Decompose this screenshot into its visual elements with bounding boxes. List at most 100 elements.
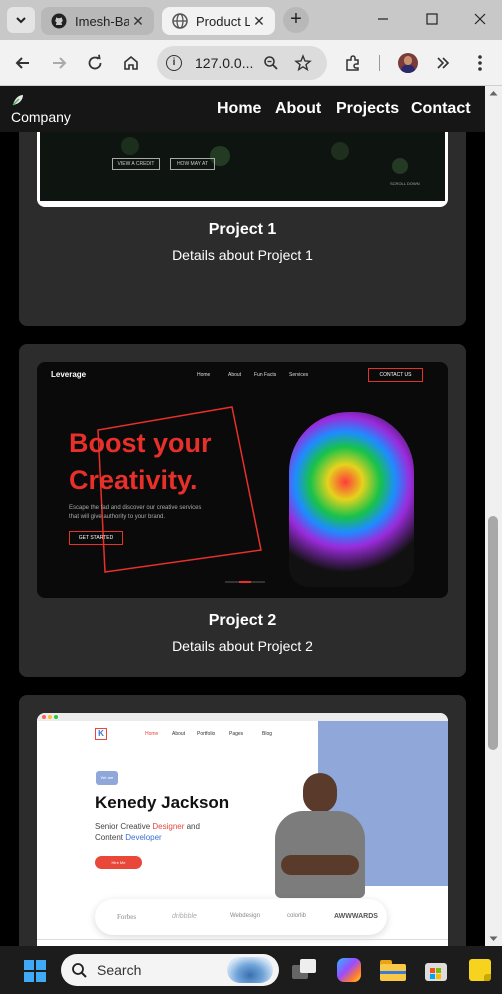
search-icon (72, 963, 87, 978)
store-tile (436, 968, 441, 973)
preview-menu-about: About (228, 372, 242, 378)
close-icon (474, 13, 486, 25)
person-arms (281, 855, 359, 875)
store-tile (430, 974, 435, 979)
forward-button[interactable] (47, 51, 71, 75)
site-navbar: Company Home About Projects Contact (0, 86, 485, 132)
window-dot (42, 715, 46, 719)
windows-logo-icon (24, 960, 46, 982)
tab-strip: Imesh-Ba ✕ Product L ✕ + (0, 0, 502, 40)
preview-brand-logo: Webdesign (230, 913, 260, 919)
reload-button[interactable] (83, 51, 107, 75)
puzzle-icon (346, 55, 359, 71)
preview-headline: Creativity. (69, 465, 198, 495)
page-viewport: VIEW A CREDIT HOW MAY AT SCROLL DOWN Pro… (0, 86, 485, 946)
more-tools-button[interactable] (431, 51, 455, 75)
project-details: Details about Project 2 (172, 638, 313, 654)
taskbar-search-box[interactable]: Search (61, 954, 279, 986)
window-dot (48, 715, 52, 719)
preview-logo: K (95, 728, 107, 740)
project-title: Project 1 (208, 221, 277, 238)
project-title: Project 2 (208, 612, 277, 629)
extensions-button[interactable] (341, 51, 365, 75)
preview-brand-logo: Forbes (117, 913, 137, 921)
role-text: Senior Creative (95, 822, 153, 831)
new-tab-button[interactable]: + (283, 7, 309, 33)
close-icon[interactable]: ✕ (251, 13, 267, 29)
github-icon (51, 13, 67, 29)
address-bar[interactable]: i 127.0.0... (157, 46, 327, 80)
start-button[interactable] (23, 959, 47, 983)
menu-button[interactable] (468, 51, 492, 75)
home-button[interactable] (119, 51, 143, 75)
profile-avatar[interactable] (398, 53, 418, 73)
preview-menu-portfolio: Portfolio (197, 731, 216, 737)
task-view-front (300, 959, 316, 973)
project-card: Leverage Home About Fun Facts Services C… (19, 344, 466, 677)
arrow-left-icon (15, 57, 29, 69)
preview-person (275, 773, 365, 898)
maximize-button[interactable] (425, 12, 439, 26)
task-view-icon[interactable] (292, 959, 316, 981)
preview-menu-funfacts: Fun Facts (254, 372, 277, 378)
store-tile (430, 968, 435, 973)
preview-menu-about: About (172, 731, 186, 737)
file-explorer-icon[interactable] (380, 960, 406, 981)
preview-subtext: Escape the fad and discover our creative… (69, 505, 202, 511)
preview-cta: CONTACT US (368, 368, 423, 382)
search-highlight-image (227, 957, 273, 983)
site-logo-text[interactable]: Company (11, 109, 71, 125)
scroll-up-icon[interactable] (489, 90, 498, 96)
tab-search-button[interactable] (7, 7, 35, 33)
role-highlight: Designer (152, 822, 185, 831)
nav-link-contact[interactable]: Contact (411, 100, 471, 118)
logo-broken-image-icon (12, 93, 24, 106)
close-window-button[interactable] (473, 12, 487, 26)
tab-title: Product L (196, 13, 250, 29)
project-card: K Home About Portfolio Pages Blog We are… (19, 695, 466, 946)
preview-hire-button: Hire Me (95, 856, 142, 869)
chevron-down-icon (16, 17, 26, 24)
site-info-icon[interactable]: i (166, 55, 182, 71)
address-text[interactable]: 127.0.0... (195, 55, 253, 71)
tab-product[interactable]: Product L ✕ (162, 7, 275, 35)
back-button[interactable] (11, 51, 35, 75)
sticky-notes-icon[interactable] (469, 959, 491, 981)
tab-title: Imesh-Ba (75, 13, 129, 29)
nav-link-about[interactable]: About (275, 100, 321, 118)
browser-toolbar: i 127.0.0... (0, 40, 502, 86)
preview-bubble: We are (96, 771, 118, 785)
copilot-icon[interactable] (337, 958, 361, 982)
minimize-icon (378, 18, 388, 20)
tab-github[interactable]: Imesh-Ba ✕ (41, 7, 154, 35)
windows-taskbar: Search (0, 946, 502, 994)
preview-brand-logo: dribbble (172, 913, 197, 920)
close-icon[interactable]: ✕ (130, 13, 146, 29)
nav-link-home[interactable]: Home (217, 100, 261, 118)
preview-role: Senior Creative Designer and (95, 822, 200, 831)
reload-icon (88, 54, 102, 70)
preview-name: Kenedy Jackson (95, 793, 230, 812)
nav-link-projects[interactable]: Projects (336, 100, 399, 118)
preview-slider-dots (225, 581, 265, 583)
preview-menu-blog: Blog (262, 731, 273, 737)
star-icon[interactable] (294, 54, 312, 72)
maximize-icon (426, 13, 438, 25)
page-scrollbar[interactable] (485, 86, 502, 946)
preview-portrait (289, 412, 414, 587)
preview-corner-text: SCROLL DOWN (390, 181, 420, 186)
scrollbar-thumb[interactable] (488, 516, 498, 750)
zoom-icon[interactable] (263, 55, 279, 71)
scroll-down-icon[interactable] (489, 936, 498, 942)
minimize-button[interactable] (376, 12, 390, 26)
preview-brand: Leverage (51, 370, 87, 379)
preview-menu-pages: Pages (229, 731, 244, 737)
preview-menu-home: Home (145, 731, 159, 737)
double-chevron-right-icon (437, 57, 450, 69)
store-icon[interactable] (425, 959, 447, 981)
preview-slider-active (239, 581, 251, 583)
preview-role: Content Developer (95, 833, 162, 842)
project-preview-image[interactable]: K Home About Portfolio Pages Blog We are… (37, 713, 448, 946)
project-preview-image[interactable]: Leverage Home About Fun Facts Services C… (37, 362, 448, 598)
preview-button: VIEW A CREDIT (112, 158, 160, 170)
